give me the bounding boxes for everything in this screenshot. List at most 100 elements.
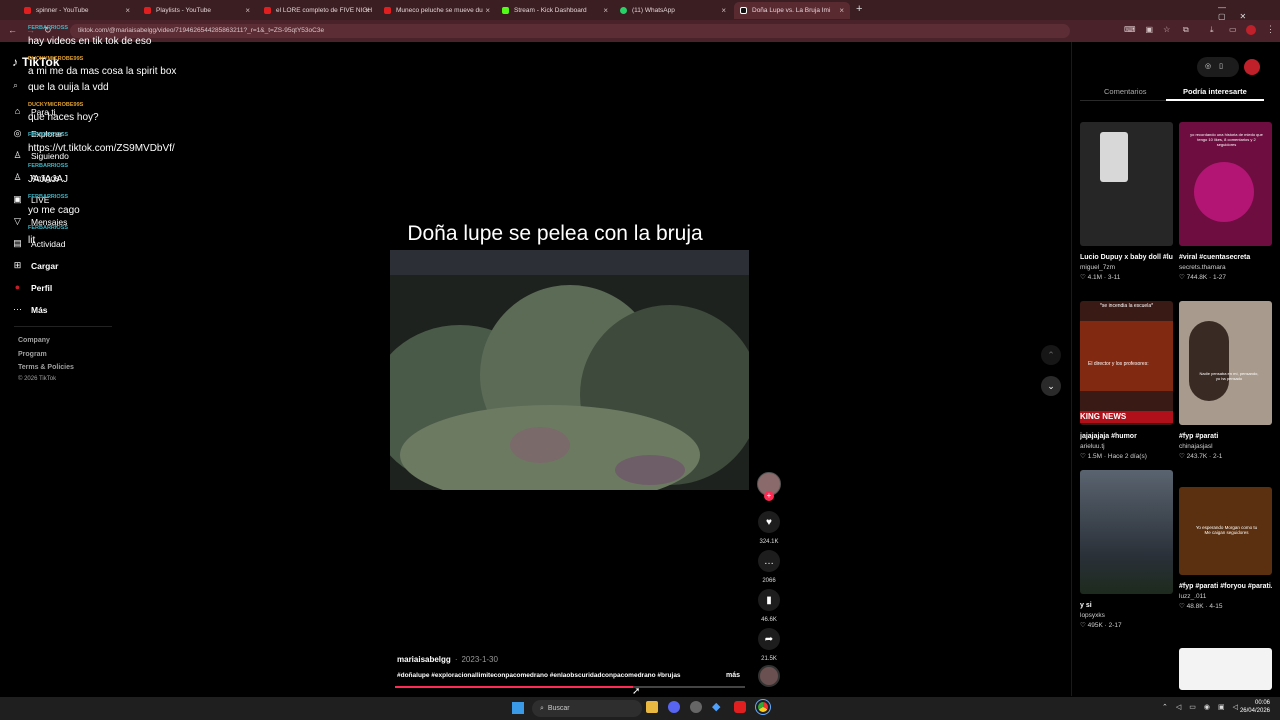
browser-tab[interactable]: el LORE completo de FIVE NIGH ×: [258, 2, 376, 19]
new-tab-button[interactable]: +: [856, 3, 862, 15]
kick-icon: [502, 7, 509, 14]
sidebar-item-label: Cargar: [31, 260, 59, 271]
browser-tab[interactable]: Stream - Kick Dashboard ×: [496, 2, 614, 19]
close-icon[interactable]: ×: [125, 6, 130, 15]
like-count: 324.1K: [759, 539, 779, 545]
browser-tab-active[interactable]: Doña Lupe vs. La Bruja Imi ×: [734, 2, 850, 19]
save-button[interactable]: ▮ 46.6K: [758, 589, 780, 623]
taskbar-search[interactable]: ⌕ Buscar: [532, 700, 642, 717]
recommended-video-card[interactable]: yo recordando una historia de miedo que …: [1179, 122, 1272, 283]
chat-username: DUCKYMICROBE99S: [28, 102, 84, 108]
back-icon[interactable]: ←: [8, 25, 17, 35]
browser-tab[interactable]: Playlists - YouTube ×: [138, 2, 256, 19]
thumbnail-caption: yo recordando una historia de miedo que …: [1190, 132, 1263, 147]
recommended-video-card[interactable]: Lucio Dupuy x baby doll #luciodupuy #fyp…: [1080, 122, 1173, 283]
like-button[interactable]: ♥ 324.1K: [758, 511, 780, 545]
youtube-icon: [24, 7, 31, 14]
heart-outline-icon: ♡: [1179, 603, 1185, 610]
share-button[interactable]: ➦ 21.5K: [758, 628, 780, 662]
comment-button[interactable]: … 2066: [758, 550, 780, 584]
thumbnail-caption: El director y los profesores:: [1088, 361, 1149, 367]
clock[interactable]: 00:06 26/04/2026: [1236, 699, 1270, 715]
close-icon[interactable]: ×: [485, 6, 490, 15]
sidebar-item-cargar[interactable]: ⊞ Cargar: [12, 260, 59, 271]
news-banner: KING NEWS: [1080, 411, 1173, 423]
panel-controls[interactable]: ◎▯: [1197, 57, 1239, 77]
thumbnail-caption: Nadie pensaba en mí, pensando, yo ha pen…: [1199, 371, 1259, 381]
clock-date: 26/04/2026: [1239, 708, 1270, 714]
video-thumbnail: Nadie pensaba en mí, pensando, yo ha pen…: [1179, 301, 1272, 425]
youtube-icon: [264, 7, 271, 14]
windows-start-icon[interactable]: [512, 702, 524, 714]
browser-tab[interactable]: (11) WhatsApp ×: [614, 2, 732, 19]
tab-underline-active: [1166, 99, 1264, 101]
tab-label: Muneco peluche se mueve du: [396, 7, 483, 14]
footer-link[interactable]: Company: [18, 337, 50, 344]
steam-icon[interactable]: [690, 701, 702, 713]
video-player[interactable]: [390, 250, 749, 490]
card-stats: ♡ 495K · 2-17: [1080, 622, 1122, 629]
split-view-icon[interactable]: ▭: [1229, 25, 1237, 34]
tab-comentarios[interactable]: Comentarios: [1104, 87, 1147, 96]
youtube-icon[interactable]: [734, 701, 746, 713]
profile-avatar[interactable]: [1246, 25, 1256, 35]
recommended-video-card[interactable]: Yo esperando Morgan como tu Me caigan se…: [1179, 487, 1272, 612]
system-tray-icons[interactable]: ⌃◁▭◉▣◁: [1162, 703, 1246, 711]
user-avatar[interactable]: [1244, 59, 1260, 75]
search-icon[interactable]: ⌕: [13, 80, 18, 91]
heart-outline-icon: ♡: [1179, 274, 1185, 281]
share-count: 21.5K: [761, 656, 777, 662]
extensions-icon[interactable]: ⧉: [1183, 25, 1189, 35]
chat-message: yo me cago: [28, 205, 80, 216]
video-thumbnail: *se incendia la escuela* El director y l…: [1080, 301, 1173, 425]
sidebar-item-actividad[interactable]: ▤ Actividad: [12, 238, 66, 249]
mouse-cursor: ➚: [632, 686, 641, 697]
next-video-button[interactable]: ⌄: [1041, 376, 1061, 396]
browser-tab[interactable]: Muneco peluche se mueve du ×: [378, 2, 496, 19]
discord-icon[interactable]: [668, 701, 680, 713]
sound-disc[interactable]: [758, 665, 780, 687]
follow-button[interactable]: +: [764, 491, 774, 501]
author-name[interactable]: mariaisabelgg: [397, 655, 451, 664]
chat-message: lit: [28, 235, 36, 246]
file-explorer-icon[interactable]: [646, 701, 658, 713]
footer-link[interactable]: Program: [18, 351, 47, 358]
window-controls[interactable]: —▢✕: [1218, 3, 1280, 21]
more-link[interactable]: más: [726, 672, 740, 679]
close-icon[interactable]: ×: [365, 6, 370, 15]
close-icon[interactable]: ×: [839, 6, 844, 15]
browser-tab-strip: spinner - YouTube × Playlists - YouTube × …: [0, 0, 1280, 21]
video-thumbnail[interactable]: [1179, 648, 1272, 690]
more-icon: ···: [13, 304, 22, 314]
browser-tab[interactable]: spinner - YouTube ×: [18, 2, 136, 19]
recommended-video-card[interactable]: y si lopsyxks ♡ 495K · 2-17: [1080, 470, 1173, 631]
close-icon[interactable]: ×: [245, 6, 250, 15]
progress-track[interactable]: [395, 686, 745, 688]
chat-username: DUCKYMICROBE99S: [28, 56, 84, 62]
card-stats: ♡ 48.8K · 4-15: [1179, 603, 1223, 610]
download-icon[interactable]: ⤓: [1210, 25, 1214, 35]
footer-link[interactable]: Terms & Policies: [18, 364, 74, 371]
close-icon[interactable]: ×: [721, 6, 726, 15]
menu-icon[interactable]: ⋮: [1266, 24, 1275, 35]
home-icon: ⌂: [14, 106, 21, 116]
browser-extension-icons[interactable]: ⌨▣☆: [1124, 25, 1180, 34]
youtube-icon: [384, 7, 391, 14]
chrome-icon[interactable]: [755, 699, 771, 715]
video-meta: mariaisabelgg · 2023-1-30: [397, 655, 498, 664]
recommended-video-card[interactable]: Nadie pensaba en mí, pensando, yo ha pen…: [1179, 301, 1272, 462]
video-thumbnail: [1080, 122, 1173, 246]
card-username: miguel_7zm: [1080, 264, 1116, 271]
sidebar-item-perfil[interactable]: ● Perfil: [12, 282, 52, 293]
close-icon[interactable]: ×: [603, 6, 608, 15]
tab-podria-interesarte[interactable]: Podría interesarte: [1183, 87, 1247, 96]
video-thumbnail: Yo esperando Morgan como tu Me caigan se…: [1179, 487, 1272, 575]
sidebar-item-label: Actividad: [31, 238, 66, 249]
address-bar[interactable]: tiktok.com/@mariaisabelgg/video/71946265…: [70, 24, 1070, 38]
app-icon[interactable]: ◆: [712, 701, 724, 713]
video-caption[interactable]: #doñalupe #exploracionallimiteconpacomed…: [397, 672, 709, 679]
recommended-video-card[interactable]: *se incendia la escuela* El director y l…: [1080, 301, 1173, 462]
previous-video-button[interactable]: ⌃: [1041, 345, 1061, 365]
heart-icon: ♥: [758, 511, 780, 533]
sidebar-item-mas[interactable]: ··· Más: [12, 304, 48, 315]
